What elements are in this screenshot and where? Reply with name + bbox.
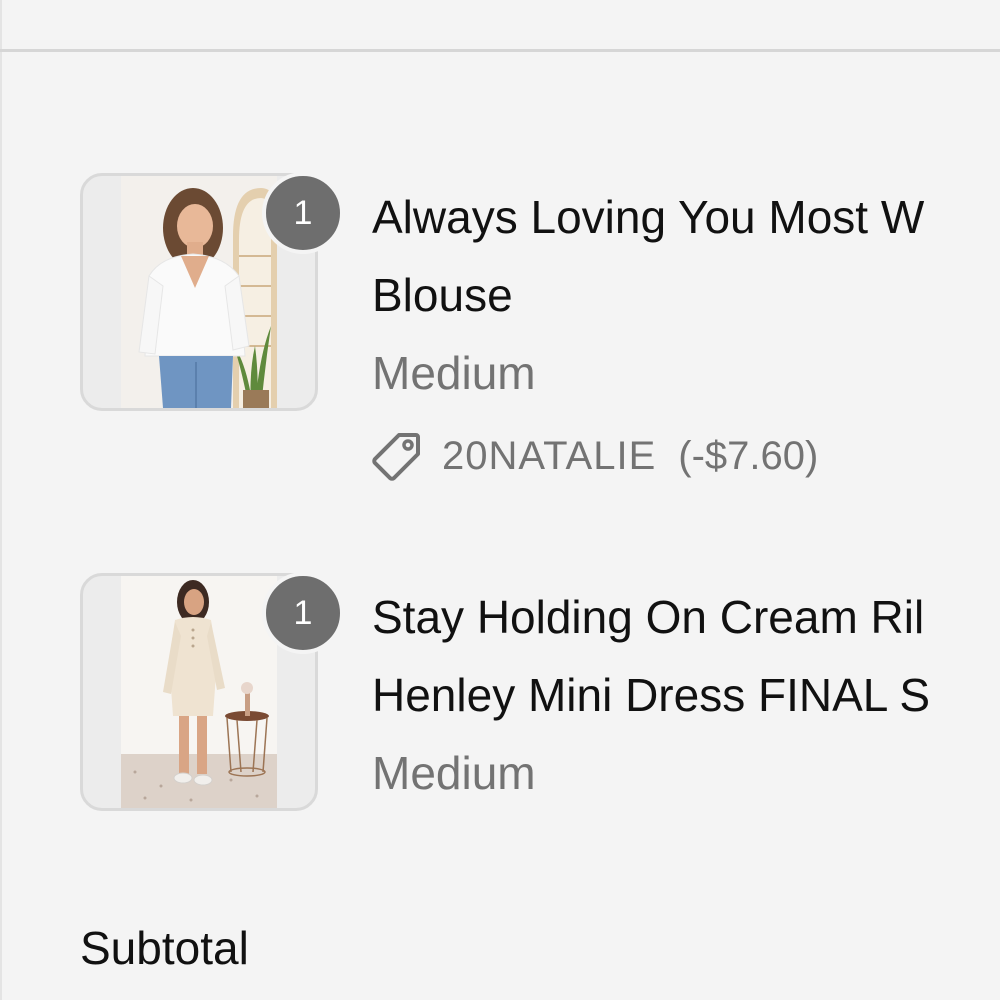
product-title-line-1: Stay Holding On Cream Ril xyxy=(372,591,925,643)
quantity-badge: 1 xyxy=(262,572,344,654)
subtotal-label: Subtotal xyxy=(80,922,249,974)
product-variant: Medium xyxy=(372,347,536,399)
product-details: Stay Holding On Cream Ril Henley Mini Dr… xyxy=(372,578,1000,812)
product-photo-cream-dress xyxy=(121,576,277,808)
tag-icon xyxy=(372,431,422,481)
product-variant: Medium xyxy=(372,747,536,799)
discount-row: 20NATALIE (-$7.60) xyxy=(372,426,1000,486)
product-details: Always Loving You Most W Blouse Medium 2… xyxy=(372,178,1000,486)
discount-amount: (-$7.60) xyxy=(678,433,819,478)
product-thumbnail: 1 xyxy=(80,172,344,411)
product-title-line-2: Blouse xyxy=(372,269,513,321)
product-title-line-2: Henley Mini Dress FINAL S xyxy=(372,669,931,721)
quantity-badge: 1 xyxy=(262,172,344,254)
discount-code: 20NATALIE xyxy=(442,433,657,478)
product-photo-white-blouse xyxy=(121,176,277,408)
order-summary-page: 1 Always Loving You Most W Blouse Medium… xyxy=(0,0,1000,1000)
product-title-line-1: Always Loving You Most W xyxy=(372,191,925,243)
panel-edge xyxy=(0,0,2,1000)
top-divider xyxy=(0,49,1000,52)
product-thumbnail: 1 xyxy=(80,572,344,811)
